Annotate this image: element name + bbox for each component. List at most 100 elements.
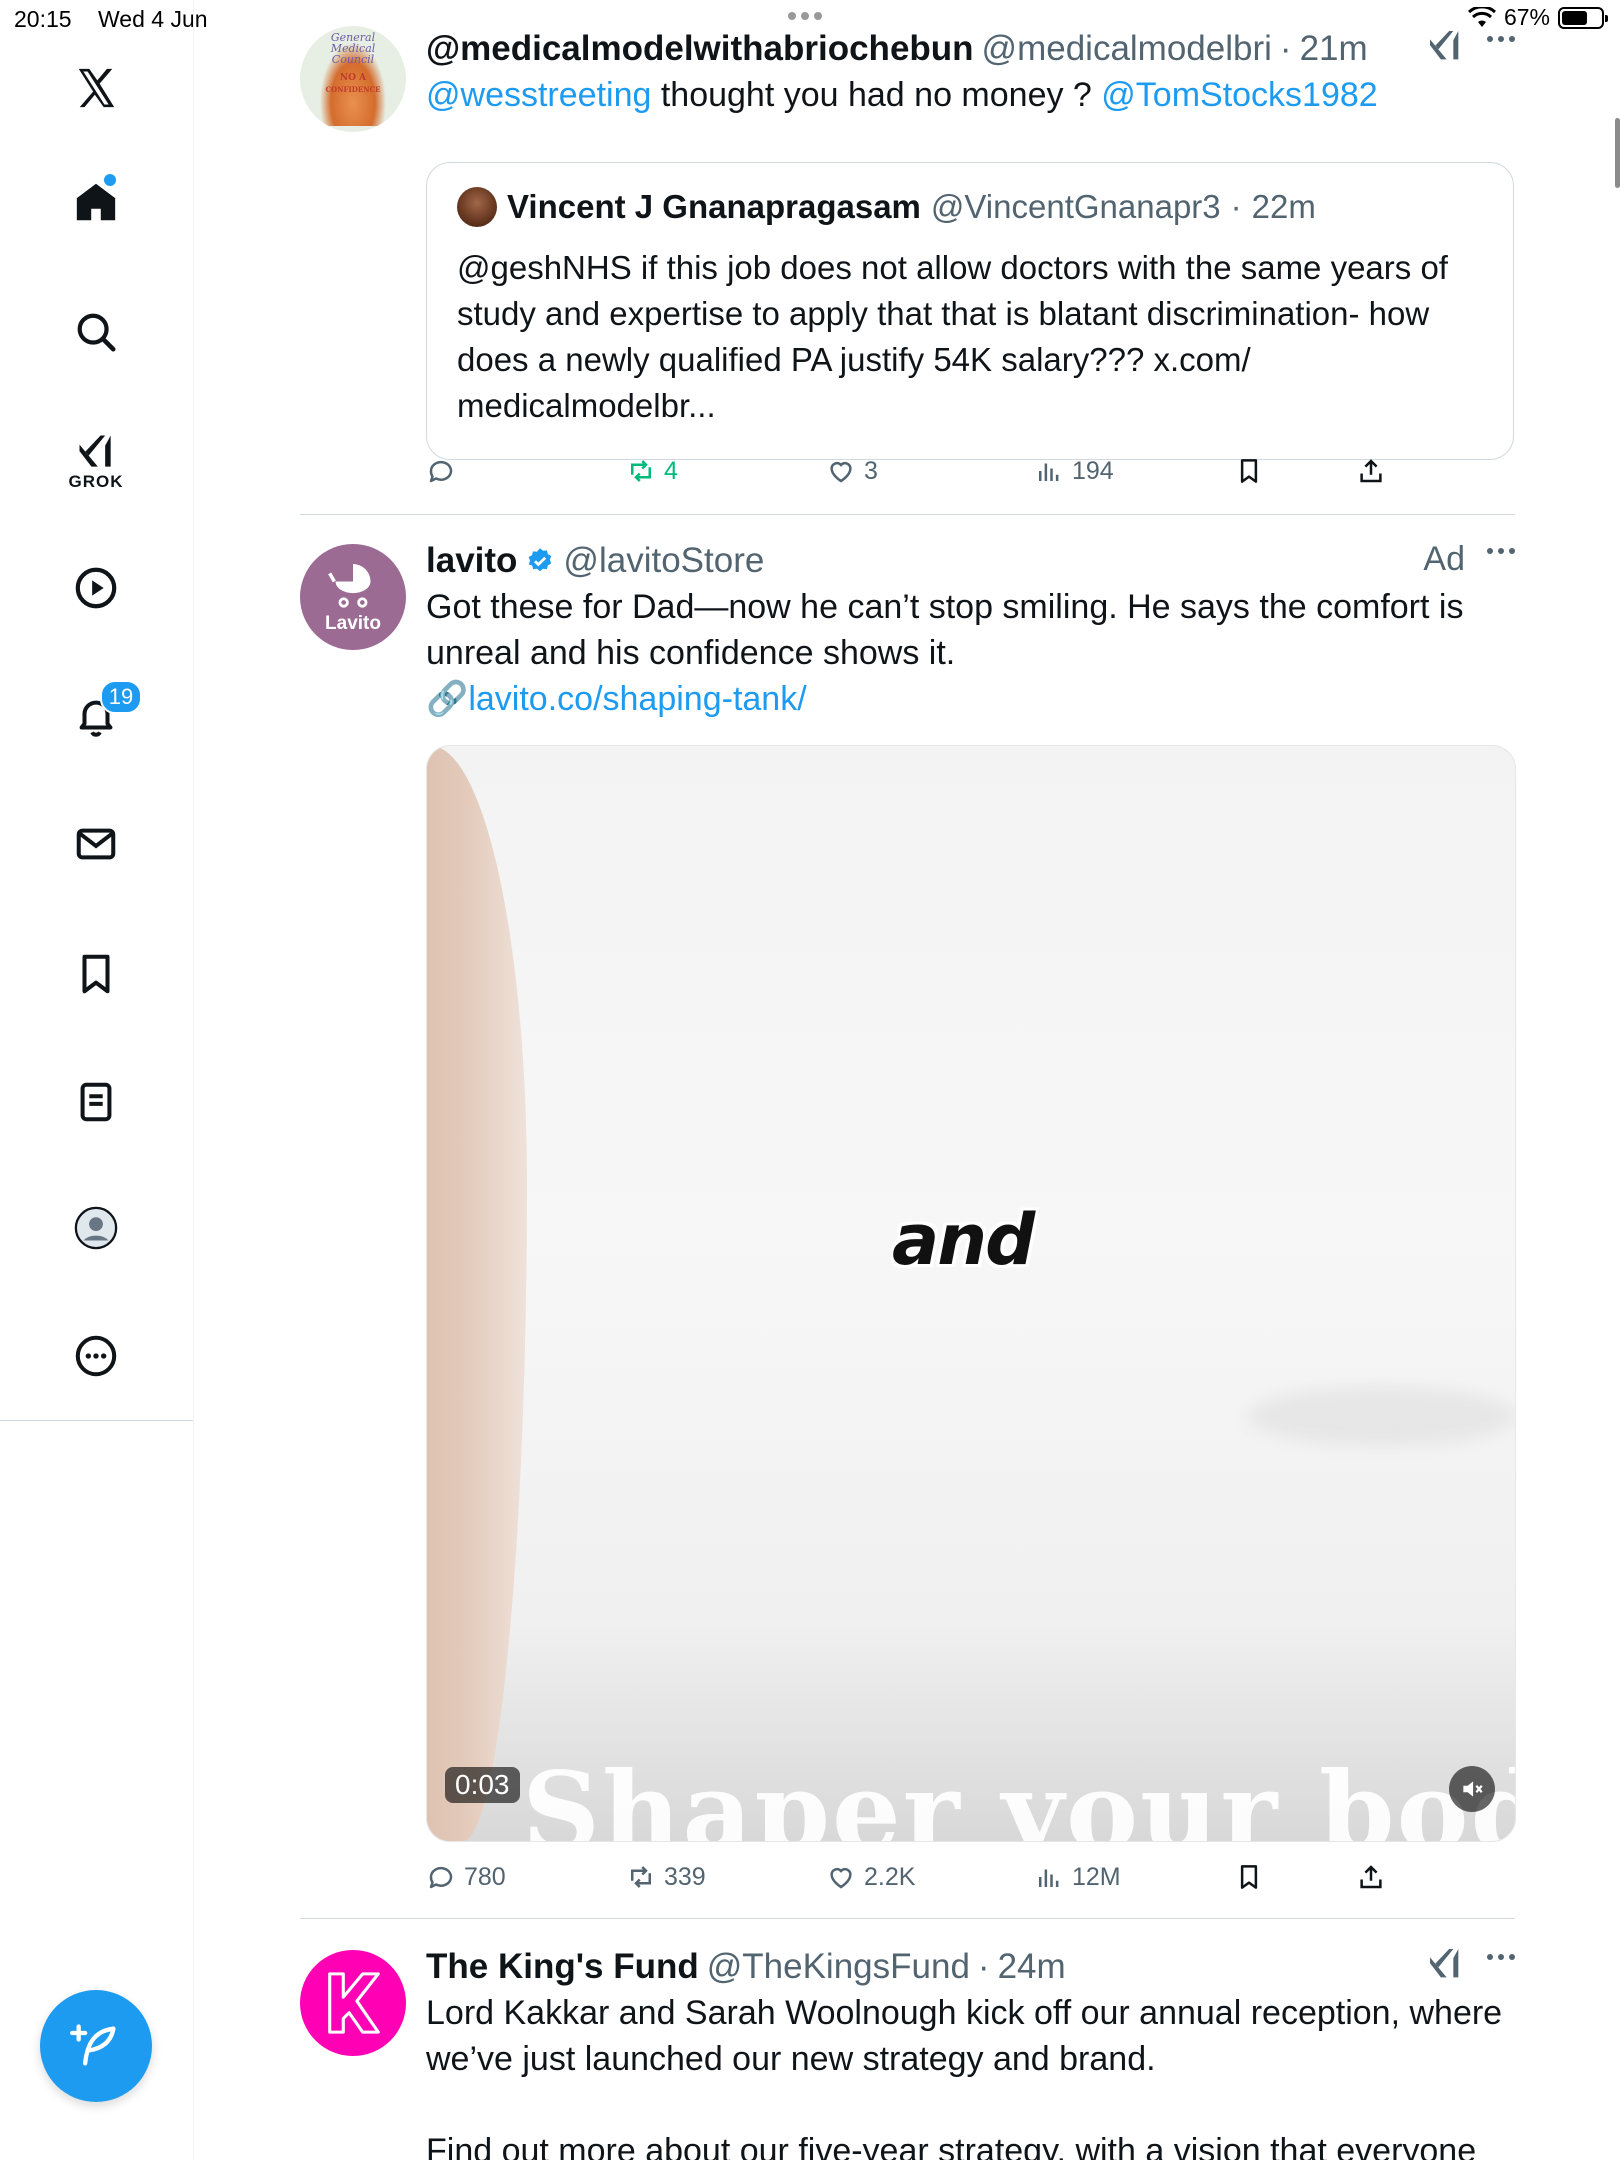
nav-grok[interactable]: GROK bbox=[60, 418, 132, 504]
grok-icon bbox=[79, 435, 111, 467]
quoted-post-time: 22m bbox=[1251, 188, 1316, 225]
post-medicalmodel[interactable]: General Medical Council NO A CONFIDENCE … bbox=[300, 26, 1515, 514]
bookmark-icon bbox=[82, 954, 110, 994]
nav-videos[interactable] bbox=[60, 552, 132, 624]
quoted-author-handle: @VincentGnanapr3 bbox=[930, 188, 1221, 225]
search-icon bbox=[77, 313, 116, 352]
reply-icon bbox=[429, 1866, 453, 1889]
sidebar-divider bbox=[0, 1420, 193, 1421]
link-icon: 🔗 bbox=[426, 680, 469, 718]
scrollbar[interactable] bbox=[1615, 118, 1620, 188]
nav-lists[interactable] bbox=[60, 1066, 132, 1138]
video-player[interactable]: and Shaper your body 0:03 bbox=[426, 745, 1516, 1842]
author-name[interactable]: @medicalmodelwithabriochebun bbox=[426, 29, 974, 69]
post-kings-fund[interactable]: The King's Fund @TheKingsFund · 24m Lord… bbox=[300, 1944, 1515, 2160]
baby-stroller-icon bbox=[328, 564, 371, 608]
nav-home[interactable] bbox=[60, 166, 132, 238]
post-link-line: 🔗lavito.co/shaping-tank/ bbox=[426, 676, 1515, 722]
home-unread-dot bbox=[104, 174, 116, 186]
post-time[interactable]: 24m bbox=[998, 1947, 1066, 1987]
video-caption: Shaper your body bbox=[522, 1749, 1516, 1842]
nav-bookmarks[interactable] bbox=[60, 938, 132, 1010]
ad-link[interactable]: lavito.co/shaping-tank/ bbox=[468, 680, 806, 718]
share-button[interactable] bbox=[1356, 456, 1386, 486]
grok-explain-icon[interactable] bbox=[1425, 1944, 1465, 1984]
heart-icon bbox=[830, 1868, 852, 1889]
verified-badge-icon bbox=[529, 548, 552, 572]
avatar[interactable] bbox=[300, 1950, 406, 2056]
views-chart-icon bbox=[1039, 463, 1059, 481]
repost-button[interactable]: 4 bbox=[626, 456, 678, 486]
nav-profile[interactable] bbox=[60, 1192, 132, 1264]
compose-feather-icon bbox=[70, 2024, 116, 2066]
bookmark-icon bbox=[1240, 459, 1258, 483]
post-more-button[interactable] bbox=[1487, 1954, 1515, 1960]
repost-icon bbox=[631, 1866, 651, 1888]
post-lavito-ad[interactable]: Lavito lavito @lavitoStore Ad Got these … bbox=[300, 538, 1516, 1910]
muted-speaker-icon bbox=[1463, 1781, 1483, 1797]
author-handle[interactable]: @lavitoStore bbox=[563, 541, 764, 581]
views-button[interactable]: 12M bbox=[1034, 1862, 1121, 1892]
gmc-badge-image: General Medical Council NO A CONFIDENCE bbox=[314, 32, 392, 126]
author-handle[interactable]: @medicalmodelbri bbox=[982, 29, 1272, 69]
views-button[interactable]: 194 bbox=[1034, 456, 1114, 486]
repost-button[interactable]: 339 bbox=[626, 1862, 706, 1892]
sidebar: GROK 19 bbox=[0, 0, 194, 2160]
author-handle[interactable]: @TheKingsFund bbox=[707, 1947, 970, 1987]
mute-button[interactable] bbox=[1449, 1766, 1495, 1812]
like-button[interactable]: 2.2K bbox=[826, 1862, 915, 1892]
multitasking-grabber[interactable] bbox=[788, 12, 822, 20]
author-name[interactable]: lavito bbox=[426, 541, 517, 581]
x-logo-icon[interactable] bbox=[60, 52, 132, 124]
reply-icon bbox=[429, 460, 453, 483]
heart-icon bbox=[830, 462, 852, 483]
compose-post-button[interactable] bbox=[40, 1990, 152, 2102]
quoted-post-text: @geshNHS if this job does not allow doct… bbox=[457, 249, 1448, 424]
nav-notifications[interactable]: 19 bbox=[60, 680, 142, 752]
avatar[interactable]: General Medical Council NO A CONFIDENCE bbox=[300, 26, 406, 132]
reply-button[interactable]: 780 bbox=[426, 1862, 506, 1892]
post-text: Got these for Dad—now he can’t stop smil… bbox=[426, 588, 1464, 672]
quoted-post-header: Vincent J Gnanapragasam @VincentGnanapr3… bbox=[457, 187, 1316, 227]
like-button[interactable]: 3 bbox=[826, 456, 878, 486]
more-circle-icon bbox=[75, 1335, 117, 1377]
post-more-button[interactable] bbox=[1487, 36, 1515, 42]
mention-link[interactable]: @wesstreeting bbox=[426, 76, 651, 114]
profile-avatar-icon bbox=[74, 1206, 118, 1250]
post-text: Lord Kakkar and Sarah Woolnough kick off… bbox=[426, 1994, 1503, 2078]
quoted-post[interactable]: Vincent J Gnanapragasam @VincentGnanapr3… bbox=[426, 162, 1514, 460]
post-actions: 4 3 194 bbox=[426, 456, 1396, 496]
nav-messages[interactable] bbox=[60, 808, 132, 880]
notification-badge: 19 bbox=[100, 680, 142, 714]
nav-more[interactable] bbox=[60, 1320, 132, 1392]
battery-icon bbox=[1558, 6, 1608, 29]
share-button[interactable] bbox=[1356, 1862, 1386, 1892]
mention-link[interactable]: @TomStocks1982 bbox=[1101, 76, 1377, 114]
post-header: lavito @lavitoStore bbox=[426, 538, 1515, 584]
kings-fund-logo-icon bbox=[328, 1972, 380, 2034]
author-name[interactable]: The King's Fund bbox=[426, 1947, 699, 1987]
avatar[interactable]: Lavito bbox=[300, 544, 406, 650]
mail-icon bbox=[76, 828, 116, 860]
quoted-author-name: Vincent J Gnanapragasam bbox=[507, 188, 921, 225]
grok-explain-icon[interactable] bbox=[1425, 26, 1465, 66]
share-icon bbox=[1360, 459, 1382, 483]
video-subject-arm bbox=[427, 746, 527, 1841]
bookmark-button[interactable] bbox=[1234, 1862, 1264, 1892]
grok-label: GROK bbox=[68, 472, 124, 491]
home-icon bbox=[76, 183, 116, 221]
avatar-brand-label: Lavito bbox=[325, 613, 381, 634]
post-actions: 780 339 2.2K 12M bbox=[426, 1862, 1396, 1902]
video-timer: 0:03 bbox=[445, 1767, 520, 1803]
bookmark-button[interactable] bbox=[1234, 456, 1264, 486]
repost-icon bbox=[631, 460, 651, 482]
post-text: @wesstreeting thought you had no money ?… bbox=[426, 76, 1378, 114]
post-header: @medicalmodelwithabriochebun @medicalmod… bbox=[426, 29, 1368, 69]
nav-explore[interactable] bbox=[60, 296, 132, 368]
share-icon bbox=[1360, 1865, 1382, 1889]
bookmark-icon bbox=[1240, 1865, 1258, 1889]
post-more-button[interactable] bbox=[1487, 548, 1515, 554]
post-time[interactable]: 21m bbox=[1300, 29, 1368, 69]
video-overlay-word: and bbox=[892, 1199, 1035, 1281]
reply-button[interactable] bbox=[426, 456, 464, 486]
